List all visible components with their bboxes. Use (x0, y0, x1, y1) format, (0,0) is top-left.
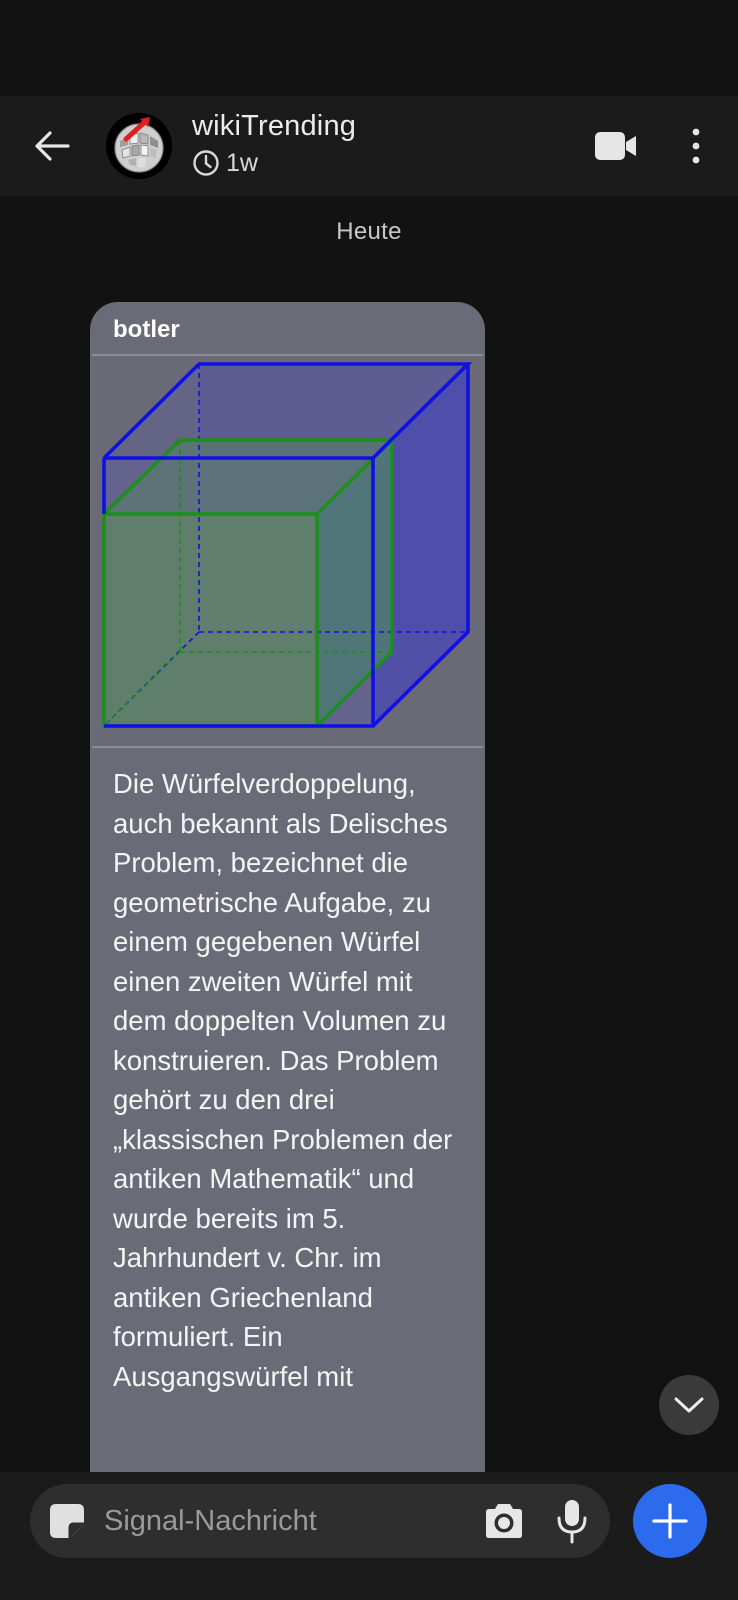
incoming-message-bubble[interactable]: botler Die Würfelverdoppelung, auch beka… (90, 302, 485, 1472)
chevron-down-icon (674, 1397, 704, 1413)
microphone-icon (557, 1500, 587, 1544)
microphone-button[interactable] (552, 1496, 592, 1546)
contact-name: wikiTrending (192, 110, 357, 142)
contact-title-area[interactable]: wikiTrending 1w (192, 108, 356, 178)
message-input[interactable] (104, 1484, 454, 1558)
cube-doubling-illustration (102, 362, 473, 728)
clock-icon (193, 150, 219, 176)
video-camera-icon (595, 132, 636, 160)
contact-avatar[interactable] (106, 113, 172, 179)
sticker-button[interactable] (46, 1500, 88, 1542)
video-call-button[interactable] (586, 122, 646, 170)
add-attachment-button[interactable] (633, 1484, 707, 1558)
message-sender-name: botler (113, 316, 180, 343)
message-image[interactable] (92, 354, 483, 748)
message-composer (30, 1484, 610, 1558)
arrow-left-icon (35, 131, 70, 161)
camera-icon (486, 1504, 522, 1538)
plus-icon (652, 1503, 688, 1539)
more-options-button[interactable] (672, 120, 720, 172)
conversation-header: wikiTrending 1w (0, 96, 738, 196)
message-body-text: Die Würfelverdoppelung, auch bekannt als… (113, 768, 453, 1392)
camera-button[interactable] (480, 1498, 528, 1544)
disappearing-messages-indicator: 1w (192, 148, 356, 178)
sticker-icon (50, 1504, 84, 1538)
back-button[interactable] (24, 118, 80, 174)
more-vertical-icon (692, 128, 700, 164)
conversation-screen: wikiTrending 1w Heute botler Die Würfelv… (0, 0, 738, 1600)
date-divider: Heute (336, 218, 402, 245)
disappearing-timer-value: 1w (226, 149, 258, 177)
wikipedia-globe-logo (106, 113, 172, 179)
scroll-to-bottom-button[interactable] (659, 1375, 719, 1435)
